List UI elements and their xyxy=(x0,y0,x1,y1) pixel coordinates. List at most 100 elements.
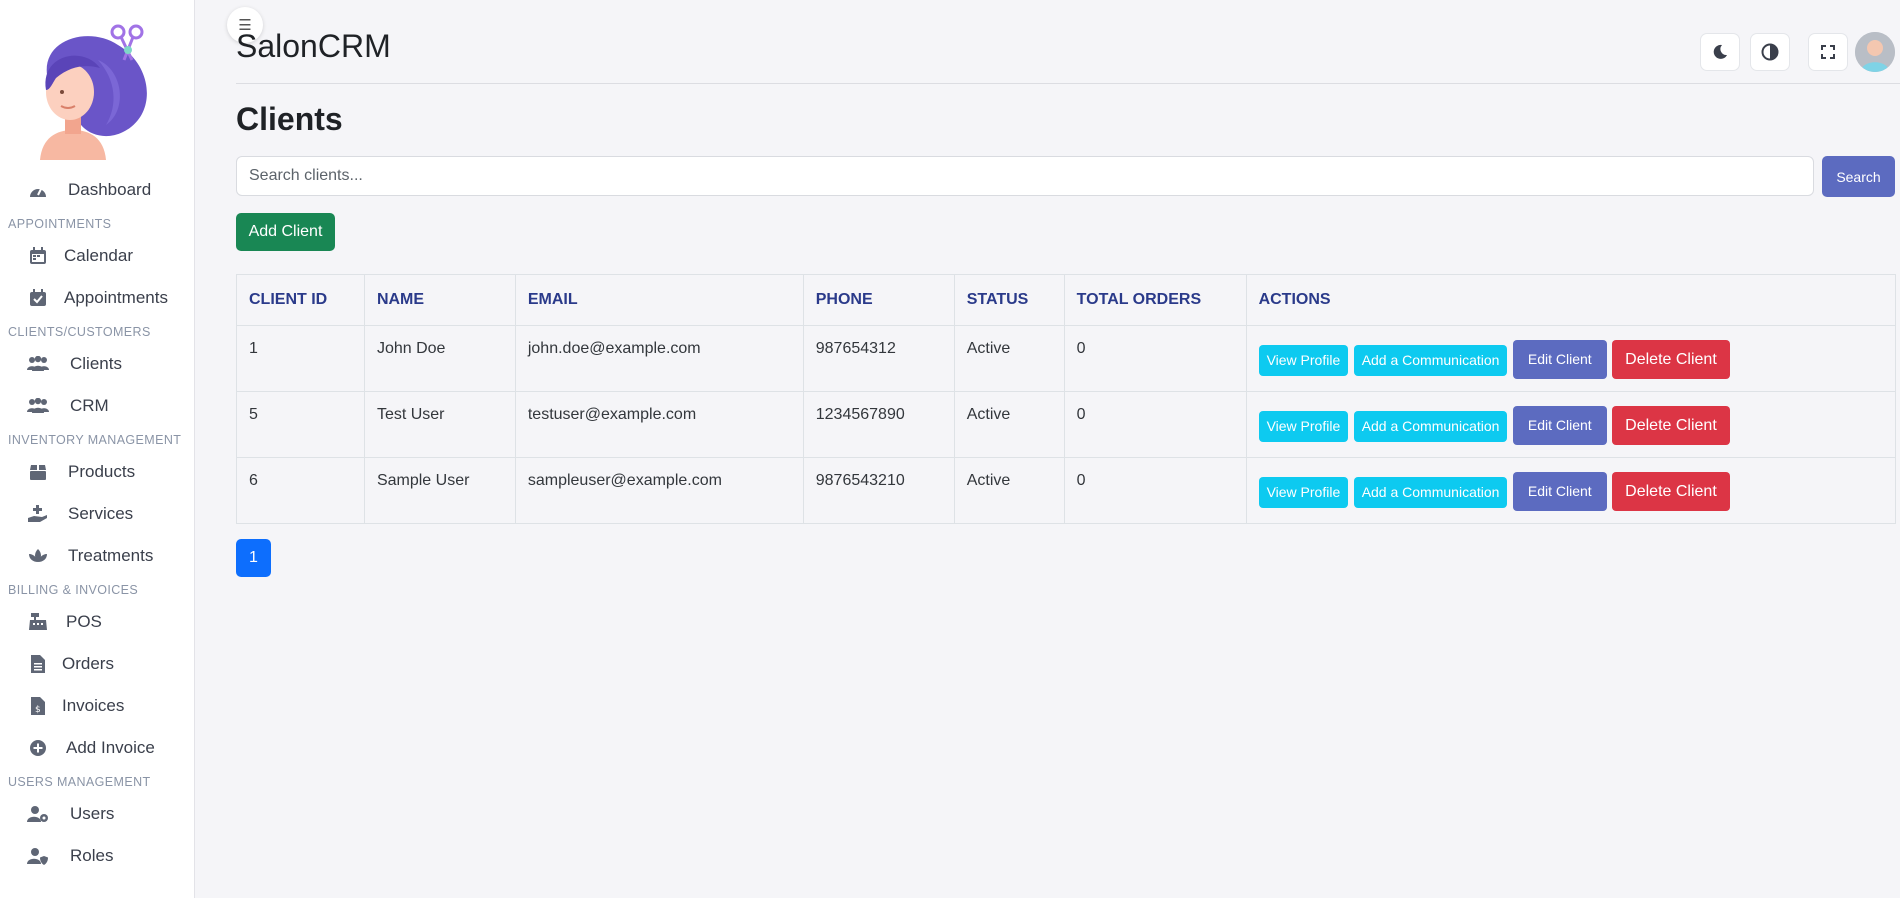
contrast-toggle-button[interactable] xyxy=(1750,33,1790,71)
sidebar-item-orders[interactable]: Orders xyxy=(0,644,195,684)
cell-email: testuser@example.com xyxy=(514,391,804,458)
cell-status: Active xyxy=(953,391,1065,458)
view-profile-button[interactable]: View Profile xyxy=(1258,477,1349,508)
sidebar-item-label: POS xyxy=(66,612,102,631)
sidebar-item-users[interactable]: Users xyxy=(0,794,195,834)
sidebar: Dashboard APPOINTMENTS Calendar Appointm… xyxy=(0,0,195,898)
add-client-button[interactable]: Add Client xyxy=(236,213,335,251)
sidebar-item-label: Clients xyxy=(70,354,122,373)
cell-total-orders: 0 xyxy=(1063,391,1247,458)
clients-table: CLIENT ID NAME EMAIL PHONE STATUS TOTAL … xyxy=(236,274,1897,524)
cell-phone: 987654312 xyxy=(802,325,955,392)
page-title: Clients xyxy=(236,101,343,137)
cell-phone: 9876543210 xyxy=(802,457,955,524)
add-communication-button[interactable]: Add a Communication xyxy=(1353,345,1508,376)
sidebar-item-label: Users xyxy=(70,804,115,823)
contrast-icon xyxy=(1761,43,1779,61)
sidebar-item-appointments[interactable]: Appointments xyxy=(0,278,195,318)
fullscreen-button[interactable] xyxy=(1808,33,1848,71)
header-divider xyxy=(236,83,1900,84)
stylist-illustration-icon xyxy=(40,24,147,160)
delete-client-button[interactable]: Delete Client xyxy=(1612,472,1730,511)
fullscreen-icon xyxy=(1821,45,1835,59)
moon-icon xyxy=(1713,44,1727,59)
cell-total-orders: 0 xyxy=(1063,325,1247,392)
cell-actions: View Profile Add a Communication Edit Cl… xyxy=(1245,391,1897,458)
table-row: 5 Test User testuser@example.com 1234567… xyxy=(236,391,1897,458)
sidebar-item-add-invoice[interactable]: Add Invoice xyxy=(0,728,195,768)
cell-status: Active xyxy=(953,457,1065,524)
file-lines-icon xyxy=(27,653,49,675)
sidebar-item-crm[interactable]: CRM xyxy=(0,386,195,426)
dashboard-gauge-icon xyxy=(27,179,49,201)
sidebar-item-label: Add Invoice xyxy=(66,738,155,757)
pagination-page-1[interactable]: 1 xyxy=(236,539,271,577)
sidebar-item-products[interactable]: Products xyxy=(0,452,195,492)
sidebar-item-clients[interactable]: Clients xyxy=(0,344,195,384)
column-header-actions: ACTIONS xyxy=(1245,274,1897,326)
add-communication-button[interactable]: Add a Communication xyxy=(1353,477,1508,508)
sidebar-item-label: Appointments xyxy=(64,288,168,307)
delete-client-button[interactable]: Delete Client xyxy=(1612,406,1730,445)
cell-actions: View Profile Add a Communication Edit Cl… xyxy=(1245,325,1897,392)
column-header-total-orders: TOTAL ORDERS xyxy=(1063,274,1247,326)
column-header-name: NAME xyxy=(363,274,516,326)
sidebar-item-invoices[interactable]: $ Invoices xyxy=(0,686,195,726)
sidebar-item-services[interactable]: Services xyxy=(0,494,195,534)
dark-mode-button[interactable] xyxy=(1700,33,1740,71)
view-profile-button[interactable]: View Profile xyxy=(1258,345,1349,376)
user-avatar-icon xyxy=(1855,32,1895,72)
sidebar-item-label: Treatments xyxy=(68,546,154,565)
sidebar-item-calendar[interactable]: Calendar xyxy=(0,236,195,276)
add-communication-button[interactable]: Add a Communication xyxy=(1353,411,1508,442)
cell-name: Sample User xyxy=(363,457,516,524)
user-shield-icon xyxy=(27,845,49,867)
cell-name: Test User xyxy=(363,391,516,458)
cell-total-orders: 0 xyxy=(1063,457,1247,524)
section-appointments: APPOINTMENTS xyxy=(8,217,112,231)
view-profile-button[interactable]: View Profile xyxy=(1258,411,1349,442)
salon-logo xyxy=(28,20,163,160)
column-header-client-id: CLIENT ID xyxy=(236,274,365,326)
sidebar-item-label: CRM xyxy=(70,396,109,415)
sidebar-item-treatments[interactable]: Treatments xyxy=(0,536,195,576)
edit-client-button[interactable]: Edit Client xyxy=(1512,406,1607,445)
section-clients: CLIENTS/CUSTOMERS xyxy=(8,325,151,339)
edit-client-button[interactable]: Edit Client xyxy=(1512,472,1607,511)
table-row: 1 John Doe john.doe@example.com 98765431… xyxy=(236,325,1897,392)
column-header-email: EMAIL xyxy=(514,274,804,326)
sidebar-item-label: Roles xyxy=(70,846,114,865)
search-button[interactable]: Search xyxy=(1822,156,1895,197)
search-input[interactable] xyxy=(236,156,1814,196)
section-billing: BILLING & INVOICES xyxy=(8,583,139,597)
hand-holding-medical-icon xyxy=(27,503,49,525)
table-row: 6 Sample User sampleuser@example.com 987… xyxy=(236,457,1897,524)
section-users: USERS MANAGEMENT xyxy=(8,775,151,789)
sidebar-item-roles[interactable]: Roles xyxy=(0,836,195,876)
edit-client-button[interactable]: Edit Client xyxy=(1512,340,1607,379)
user-avatar[interactable] xyxy=(1855,32,1895,72)
box-icon xyxy=(27,461,49,483)
column-header-phone: PHONE xyxy=(802,274,955,326)
cell-client-id: 1 xyxy=(236,325,365,392)
cell-name: John Doe xyxy=(363,325,516,392)
sidebar-item-pos[interactable]: POS xyxy=(0,602,195,642)
sidebar-item-dashboard[interactable]: Dashboard xyxy=(0,170,195,210)
sidebar-item-label: Calendar xyxy=(64,246,133,265)
sidebar-item-label: Dashboard xyxy=(68,180,152,199)
table-header-row: CLIENT ID NAME EMAIL PHONE STATUS TOTAL … xyxy=(236,274,1897,326)
sidebar-item-label: Orders xyxy=(62,654,114,673)
sidebar-item-label: Services xyxy=(68,504,134,523)
cell-actions: View Profile Add a Communication Edit Cl… xyxy=(1245,457,1897,524)
file-invoice-dollar-icon: $ xyxy=(27,695,49,717)
cell-phone: 1234567890 xyxy=(802,391,955,458)
delete-client-button[interactable]: Delete Client xyxy=(1612,340,1730,379)
user-gear-icon xyxy=(27,803,49,825)
cell-client-id: 6 xyxy=(236,457,365,524)
cash-register-icon xyxy=(27,611,49,633)
plus-circle-icon xyxy=(27,737,49,759)
cell-email: sampleuser@example.com xyxy=(514,457,804,524)
sidebar-item-label: Invoices xyxy=(62,696,125,715)
lotus-icon xyxy=(27,545,49,567)
cell-status: Active xyxy=(953,325,1065,392)
